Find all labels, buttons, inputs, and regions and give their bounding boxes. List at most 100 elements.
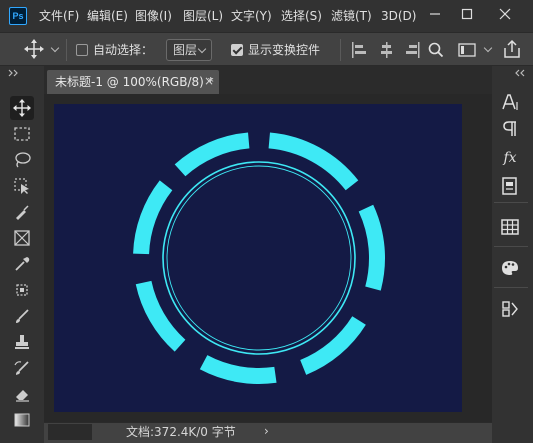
- menu-file[interactable]: 文件(F): [39, 0, 79, 32]
- search-button[interactable]: [428, 41, 444, 59]
- object-selection-tool[interactable]: [10, 174, 34, 198]
- stamp-icon: [15, 335, 29, 349]
- grid-table-icon: [501, 219, 519, 235]
- collapse-tools-button[interactable]: [8, 69, 20, 77]
- fx-icon: fx: [503, 150, 517, 166]
- lasso-tool[interactable]: [10, 148, 34, 172]
- share-icon: [504, 39, 520, 58]
- divider: [66, 39, 67, 61]
- tool-preset-dropdown[interactable]: [50, 43, 60, 53]
- paragraph-panel-button[interactable]: [497, 117, 523, 141]
- auto-select-label: 自动选择：: [93, 43, 154, 57]
- divider: [340, 39, 341, 61]
- maximize-button[interactable]: [452, 0, 482, 28]
- search-icon: [428, 42, 444, 58]
- dropdown-value: 图层: [173, 43, 198, 57]
- clone-stamp-tool[interactable]: [10, 330, 34, 354]
- maximize-icon: [461, 8, 473, 20]
- ring-segment: [133, 180, 173, 255]
- double-chevron-left-icon: [515, 69, 525, 77]
- document-tab[interactable]: 未标题-1 @ 100%(RGB/8) * ×: [47, 70, 219, 94]
- ring-segment: [300, 316, 366, 375]
- eyedropper-tool[interactable]: [10, 252, 34, 276]
- document-canvas[interactable]: [54, 104, 462, 412]
- close-window-button[interactable]: [490, 0, 520, 28]
- move-tool[interactable]: [10, 96, 34, 120]
- chevron-down-icon: [483, 43, 493, 53]
- gradient-tool[interactable]: [10, 408, 34, 432]
- align-center-button[interactable]: [379, 41, 395, 59]
- document-size-info[interactable]: 文档:372.4K/0 字节: [126, 424, 236, 440]
- swatches-panel-button[interactable]: [497, 215, 523, 239]
- ring-segment: [199, 355, 277, 384]
- close-icon: [499, 8, 511, 20]
- history-brush-tool[interactable]: [10, 356, 34, 380]
- divider: [494, 202, 528, 203]
- gradient-icon: [14, 413, 30, 427]
- properties-panel-button[interactable]: [497, 174, 523, 198]
- eyedropper-icon: [15, 257, 30, 271]
- workspace-dropdown[interactable]: [483, 43, 493, 53]
- align-right-icon: [406, 42, 420, 58]
- menu-3d[interactable]: 3D(D): [381, 0, 416, 32]
- options-bar: 自动选择： 图层 显示变换控件: [0, 32, 533, 66]
- ring-segment: [358, 204, 386, 291]
- menu-edit[interactable]: 编辑(E): [87, 0, 128, 32]
- brush-icon: [16, 309, 29, 323]
- zoom-field[interactable]: [48, 424, 92, 440]
- divider: [494, 246, 528, 247]
- ring-segment: [174, 132, 250, 177]
- move-icon: [13, 99, 31, 117]
- show-transform-checkbox[interactable]: [231, 44, 243, 56]
- close-tab-button[interactable]: ×: [204, 73, 214, 89]
- frame-icon: [14, 230, 30, 246]
- inner-ring: [166, 165, 352, 351]
- crop-tool[interactable]: [10, 200, 34, 224]
- double-chevron-right-icon: [8, 69, 18, 77]
- workspace-layout-icon: [458, 43, 476, 57]
- divider: [494, 287, 528, 288]
- workspace-button[interactable]: [458, 41, 478, 59]
- ring-segment: [268, 132, 359, 191]
- palette-icon: [502, 261, 518, 275]
- status-menu-arrow[interactable]: ›: [264, 423, 269, 439]
- menu-select[interactable]: 选择(S): [281, 0, 322, 32]
- eraser-icon: [16, 390, 29, 402]
- menu-type[interactable]: 文字(Y): [231, 0, 272, 32]
- photoshop-logo-icon: Ps: [9, 7, 27, 25]
- minimize-button[interactable]: [420, 0, 450, 28]
- history-brush-icon: [14, 361, 29, 375]
- collapse-panels-button[interactable]: [514, 69, 526, 77]
- status-bar: 文档:372.4K/0 字节 ›: [44, 422, 492, 443]
- character-type-icon: [502, 94, 518, 110]
- hud-ring-graphic: [133, 132, 386, 384]
- show-transform-label: 显示变换控件: [248, 43, 321, 57]
- pen-nib-icon: [16, 205, 29, 220]
- auto-select-target-dropdown[interactable]: 图层: [166, 39, 212, 61]
- align-left-button[interactable]: [351, 41, 367, 59]
- object-selection-icon: [14, 178, 29, 194]
- menu-layer[interactable]: 图层(L): [183, 0, 223, 32]
- frame-tool[interactable]: [10, 226, 34, 250]
- styles-panel-button[interactable]: fx: [497, 146, 523, 170]
- chevron-down-icon: [50, 43, 60, 53]
- properties-icon: [502, 177, 517, 195]
- share-button[interactable]: [502, 39, 522, 59]
- libraries-panel-button[interactable]: [497, 297, 523, 321]
- color-panel-button[interactable]: [497, 256, 523, 280]
- healing-brush-tool[interactable]: [10, 278, 34, 302]
- chevron-down-icon: [197, 44, 207, 54]
- menu-image[interactable]: 图像(I): [135, 0, 172, 32]
- move-tool-preset-button[interactable]: [24, 39, 44, 59]
- menu-filter[interactable]: 滤镜(T): [331, 0, 372, 32]
- align-left-icon: [352, 42, 366, 58]
- align-right-button[interactable]: [405, 41, 421, 59]
- library-icon: [502, 301, 518, 317]
- rectangular-marquee-icon: [14, 127, 30, 141]
- auto-select-checkbox[interactable]: [76, 44, 88, 56]
- marquee-tool[interactable]: [10, 122, 34, 146]
- brush-tool[interactable]: [10, 304, 34, 328]
- character-panel-button[interactable]: [497, 90, 523, 114]
- inner-ring: [162, 161, 356, 355]
- eraser-tool[interactable]: [10, 382, 34, 406]
